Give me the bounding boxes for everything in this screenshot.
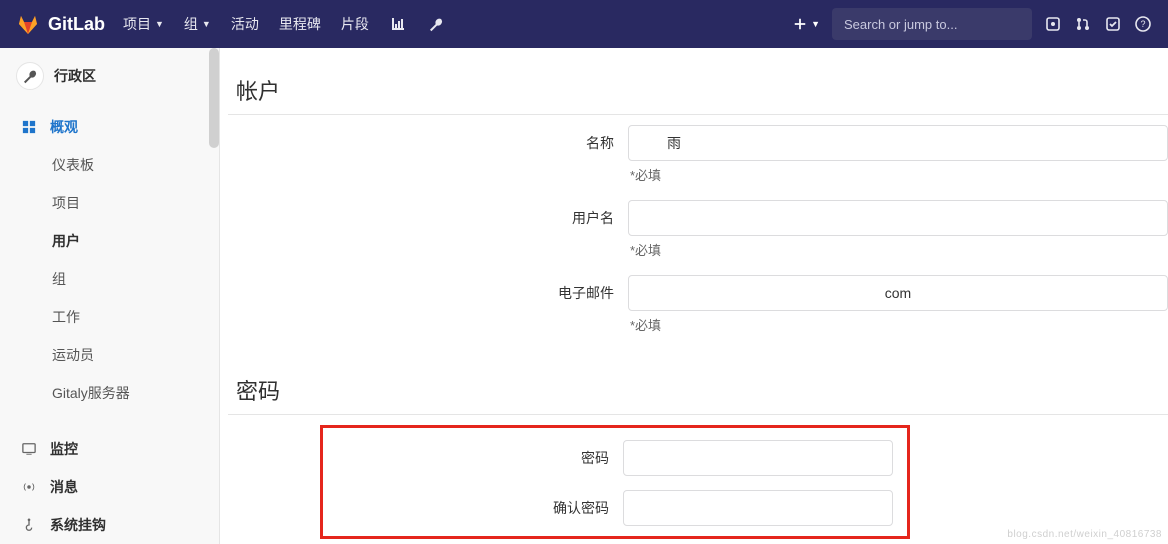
chart-icon[interactable] [389,15,407,33]
scrollbar-thumb[interactable] [209,48,219,148]
sidebar-item-overview[interactable]: 概观 [0,108,219,146]
name-input[interactable] [628,125,1168,161]
confirm-password-label: 确认密码 [323,490,623,518]
username-required-hint: *必填 [630,240,1168,259]
form-group-name: 名称 *必填 [228,125,1168,198]
watermark-text: blog.csdn.net/weixin_40816738 [1007,529,1162,540]
overview-icon [20,120,38,134]
form-group-email: 电子邮件 *必填 [228,275,1168,348]
nav-item-activity[interactable]: 活动 [231,14,259,34]
form-group-confirm-password: 确认密码 [323,490,907,526]
overview-section: 概观 仪表板 项目 用户 组 工作 运动员 Gitaly服务器 [0,104,219,416]
chevron-down-icon: ▼ [202,19,211,29]
todos-icon[interactable] [1104,15,1122,33]
email-label: 电子邮件 [228,275,628,303]
sidebar-subitem-jobs[interactable]: 工作 [0,298,219,336]
wrench-icon[interactable] [427,15,445,33]
gitlab-logo-icon [16,12,40,36]
brand-logo[interactable]: GitLab [16,12,105,36]
main-content: 帐户 名称 *必填 用户名 *必填 电子邮件 *必填 密码 [220,48,1168,544]
brand-name: GitLab [48,14,105,35]
username-input[interactable] [628,200,1168,236]
password-highlight-box: 密码 确认密码 [320,425,910,539]
plus-icon [793,17,807,31]
top-nav-right: ▼ ? [793,8,1152,40]
username-label: 用户名 [228,200,628,228]
sidebar-item-hooks[interactable]: 系统挂钩 [0,506,219,544]
nav-item-projects[interactable]: 项目▼ [123,14,164,34]
password-label: 密码 [323,440,623,468]
chevron-down-icon: ▼ [155,19,164,29]
sidebar-subitem-runners[interactable]: 运动员 [0,336,219,374]
confirm-password-input[interactable] [623,490,893,526]
password-input[interactable] [623,440,893,476]
monitor-icon [20,442,38,456]
sidebar: 行政区 概观 仪表板 项目 用户 组 工作 运动员 Gitaly服务器 监控 [0,48,220,544]
password-section-title: 密码 [228,366,1168,415]
global-search-container[interactable] [832,8,1032,40]
nav-item-groups[interactable]: 组▼ [184,14,211,34]
hook-icon [20,518,38,532]
email-required-hint: *必填 [630,315,1168,334]
sidebar-subitem-gitaly[interactable]: Gitaly服务器 [0,374,219,412]
sidebar-bottom: 监控 消息 系统挂钩 [0,430,219,544]
help-icon[interactable]: ? [1134,15,1152,33]
top-nav-items: 项目▼ 组▼ 活动 里程碑 片段 [123,14,445,34]
top-nav: GitLab 项目▼ 组▼ 活动 里程碑 片段 ▼ [0,0,1168,48]
svg-text:?: ? [1140,19,1145,29]
form-group-password: 密码 [323,440,907,476]
nav-item-snippets[interactable]: 片段 [341,14,369,34]
sidebar-context-title: 行政区 [54,66,96,86]
email-input[interactable] [628,275,1168,311]
name-required-hint: *必填 [630,165,1168,184]
sidebar-subitem-users[interactable]: 用户 [0,222,219,260]
merge-request-icon[interactable] [1074,15,1092,33]
sidebar-subitem-projects[interactable]: 项目 [0,184,219,222]
sidebar-context-header[interactable]: 行政区 [0,48,219,104]
broadcast-icon [20,480,38,494]
new-menu-button[interactable]: ▼ [793,17,820,31]
sidebar-subitem-groups[interactable]: 组 [0,260,219,298]
form-group-username: 用户名 *必填 [228,200,1168,273]
nav-item-milestones[interactable]: 里程碑 [279,14,321,34]
issues-icon[interactable] [1044,15,1062,33]
search-input[interactable] [844,17,1020,32]
account-section-title: 帐户 [228,66,1168,115]
sidebar-subitem-dashboard[interactable]: 仪表板 [0,146,219,184]
sidebar-item-monitoring[interactable]: 监控 [0,430,219,468]
admin-icon [16,62,44,90]
sidebar-item-messages[interactable]: 消息 [0,468,219,506]
name-label: 名称 [228,125,628,153]
chevron-down-icon: ▼ [811,19,820,29]
